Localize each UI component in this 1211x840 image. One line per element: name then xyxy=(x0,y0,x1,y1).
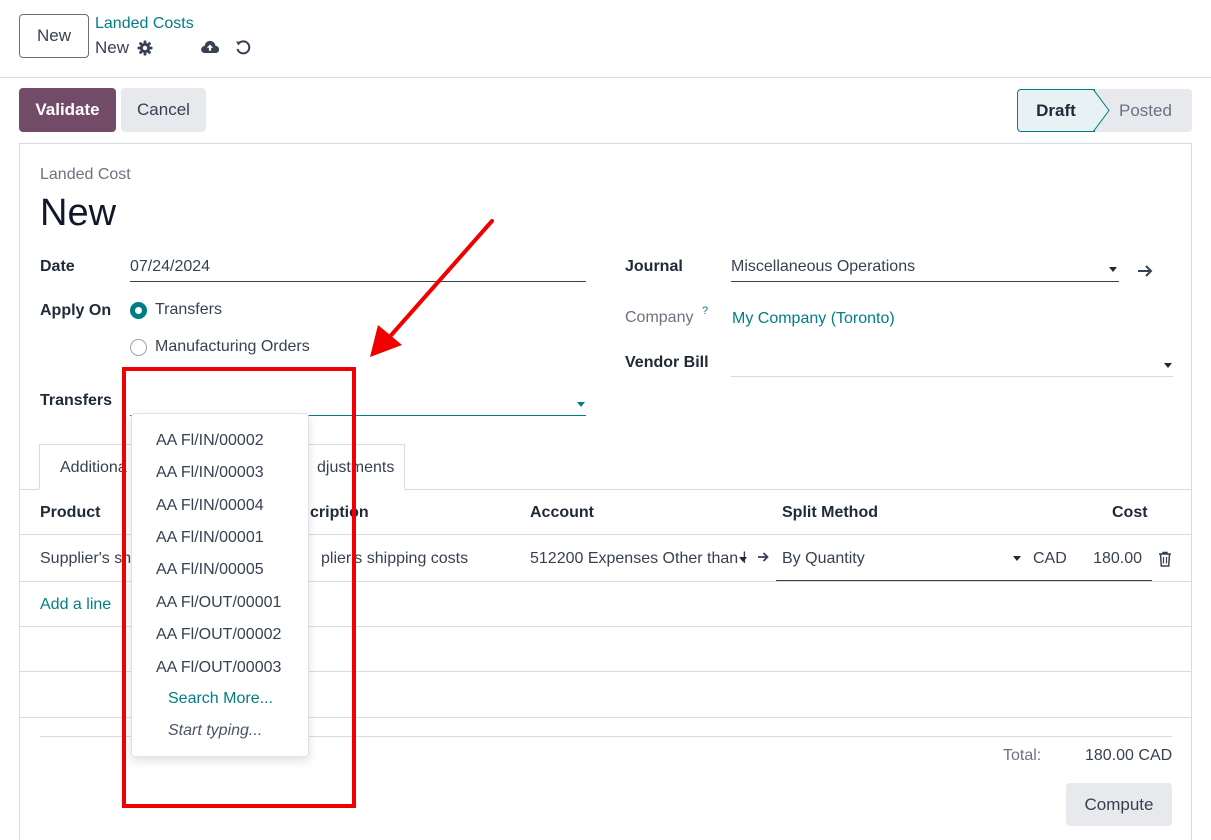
cell-cost[interactable]: 180.00 xyxy=(1093,550,1142,568)
column-split-method[interactable]: Split Method xyxy=(782,504,878,522)
date-value: 07/24/2024 xyxy=(130,258,211,275)
status-arrow-icon xyxy=(1093,89,1110,132)
apply-on-label: Apply On xyxy=(40,302,112,319)
record-name[interactable]: New xyxy=(40,192,116,235)
company-help-icon[interactable]: ? xyxy=(702,305,708,317)
chevron-down-icon[interactable] xyxy=(577,402,585,407)
form-label: Landed Cost xyxy=(40,166,131,183)
total-label: Total: xyxy=(1003,747,1042,764)
breadcrumb-current: New xyxy=(95,38,130,57)
radio-manufacturing-label: Manufacturing Orders xyxy=(155,338,310,355)
vendor-bill-label: Vendor Bill xyxy=(625,354,709,371)
trash-icon[interactable] xyxy=(1158,551,1172,572)
cell-account[interactable]: 512200 Expenses Other than l xyxy=(530,550,752,568)
chevron-down-icon[interactable] xyxy=(1164,363,1172,368)
control-panel xyxy=(0,0,1211,78)
company-label: Company xyxy=(625,309,694,326)
chevron-down-icon[interactable] xyxy=(1013,556,1021,561)
status-draft[interactable]: Draft xyxy=(1017,89,1095,132)
total-value: 180.00 CAD xyxy=(1085,747,1173,764)
discard-icon[interactable] xyxy=(234,37,252,57)
cell-currency: CAD xyxy=(1033,550,1067,567)
radio-checked-icon xyxy=(130,301,147,319)
chevron-down-icon[interactable] xyxy=(1109,267,1117,272)
company-value[interactable]: My Company (Toronto) xyxy=(732,310,895,328)
journal-field[interactable]: Miscellaneous Operations xyxy=(731,256,1119,282)
save-cloud-icon[interactable] xyxy=(199,37,221,57)
split-method-field[interactable]: By Quantity CAD 180.00 xyxy=(776,535,1152,581)
journal-value: Miscellaneous Operations xyxy=(731,258,916,275)
radio-manufacturing-orders[interactable]: Manufacturing Orders xyxy=(130,338,310,356)
validate-button[interactable]: Validate xyxy=(19,88,116,132)
journal-label: Journal xyxy=(625,258,683,275)
column-account[interactable]: Account xyxy=(530,504,594,522)
cancel-button[interactable]: Cancel xyxy=(121,88,206,132)
cell-split-method: By Quantity xyxy=(782,550,865,567)
date-label: Date xyxy=(40,258,75,275)
annotation-arrow-icon xyxy=(370,219,494,357)
internal-link-arrow-icon[interactable] xyxy=(757,550,769,568)
column-product[interactable]: Product xyxy=(40,504,100,522)
tab-additional-label: Additiona xyxy=(60,459,127,476)
annotation-highlight-box xyxy=(122,367,356,808)
internal-link-arrow-icon[interactable] xyxy=(1137,263,1153,279)
add-a-line-link[interactable]: Add a line xyxy=(40,596,111,614)
chevron-down-icon[interactable] xyxy=(739,557,747,562)
radio-transfers-label: Transfers xyxy=(155,301,222,318)
column-cost[interactable]: Cost xyxy=(1112,504,1148,522)
compute-button[interactable]: Compute xyxy=(1066,783,1172,826)
statusbar: Draft Posted xyxy=(1017,89,1192,132)
radio-unchecked-icon xyxy=(130,338,147,356)
gear-icon[interactable] xyxy=(136,39,154,57)
new-button[interactable]: New xyxy=(19,14,89,58)
cell-product[interactable]: Supplier's sh xyxy=(40,550,131,568)
date-field[interactable]: 07/24/2024 xyxy=(130,256,586,282)
radio-transfers[interactable]: Transfers xyxy=(130,301,222,319)
breadcrumb-landed-costs[interactable]: Landed Costs xyxy=(95,15,194,33)
vendor-bill-input[interactable] xyxy=(731,350,1173,377)
transfers-label: Transfers xyxy=(40,392,113,409)
